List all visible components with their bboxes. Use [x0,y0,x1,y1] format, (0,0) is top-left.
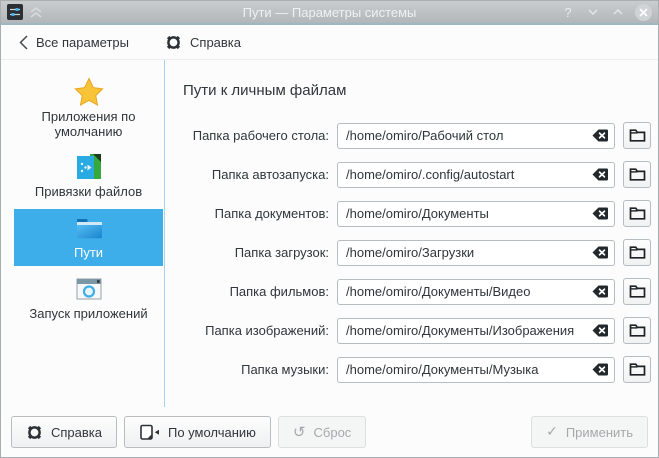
sidebar-item-app-launch[interactable]: Запуск приложений [14,270,163,327]
folder-browse-icon [629,206,646,221]
close-button[interactable] [635,4,652,21]
sidebar-item-label: Приложения по умолчанию [16,110,161,139]
backspace-clear-icon [585,205,610,222]
clear-input-button[interactable] [584,361,610,379]
documents-folder-input[interactable] [337,201,615,227]
autostart-folder-input[interactable] [337,162,615,188]
toolbar-help-label: Справка [190,35,241,50]
defaults-button-label: По умолчанию [168,425,256,440]
desktop-folder-input[interactable] [337,123,615,149]
downloads-folder-input[interactable] [337,240,615,266]
folder-browse-icon [629,128,646,143]
apply-button-label: Применить [566,425,633,440]
help-button[interactable]: Справка [11,416,117,448]
reset-button-label: Сброс [314,425,352,440]
star-icon [73,76,105,108]
lifebuoy-help-icon [165,34,182,51]
pictures-folder-field-wrap [337,318,615,344]
movies-folder-label: Папка фильмов: [181,284,329,299]
sliders-icon [9,6,21,18]
movies-folder-field-wrap [337,279,615,305]
paths-panel: Пути к личным файлам Папка рабочего стол… [165,60,659,407]
folder-browse-icon [629,362,646,377]
sidebar: Приложения по умолчанию Привязки файлов [1,60,165,407]
folder-browse-icon [629,284,646,299]
backspace-clear-icon [585,361,610,378]
toolbar: Все параметры Справка [1,25,658,59]
browse-folder-button[interactable] [623,356,651,383]
music-folder-label: Папка музыки: [181,362,329,377]
chevron-down-icon [588,9,598,15]
system-settings-window: Пути — Параметры системы ? Все параметры [0,0,659,458]
sidebar-item-label: Запуск приложений [29,307,147,322]
sidebar-item-default-applications[interactable]: Приложения по умолчанию [14,73,163,144]
chevron-up-icon [613,9,623,15]
window-help-button[interactable]: ? [560,4,576,20]
button-bar: Справка По умолчанию ↺ Сброс ✓ Применить [1,407,658,457]
folder-icon [73,212,105,244]
downloads-folder-label: Папка загрузок: [181,245,329,260]
documents-folder-label: Папка документов: [181,206,329,221]
minimize-button[interactable] [585,4,601,20]
music-folder-field-wrap [337,357,615,383]
documents-folder-field-wrap [337,201,615,227]
undo-icon: ↺ [293,425,306,440]
folder-browse-icon [629,323,646,338]
downloads-folder-field-wrap [337,240,615,266]
music-folder-input[interactable] [337,357,615,383]
checkmark-icon: ✓ [546,425,558,439]
all-settings-back-button[interactable]: Все параметры [19,35,129,50]
pictures-folder-label: Папка изображений: [181,323,329,338]
backspace-clear-icon [585,322,610,339]
help-button-label: Справка [51,425,102,440]
browse-folder-button[interactable] [623,122,651,149]
browse-folder-button[interactable] [623,161,651,188]
sidebar-item-label: Пути [74,246,103,261]
desktop-folder-field-wrap [337,123,615,149]
defaults-button[interactable]: По умолчанию [124,416,271,448]
reset-button[interactable]: ↺ Сброс [278,416,366,448]
folder-browse-icon [629,245,646,260]
folder-browse-icon [629,167,646,182]
app-window-icon [73,273,105,305]
backspace-clear-icon [585,244,610,261]
clear-input-button[interactable] [584,166,610,184]
keep-above-icon[interactable] [30,7,42,18]
clear-input-button[interactable] [584,127,610,145]
back-chevron-icon [19,35,28,50]
browse-folder-button[interactable] [623,239,651,266]
backspace-clear-icon [585,127,610,144]
close-icon [639,8,648,17]
backspace-clear-icon [585,166,610,183]
clear-input-button[interactable] [584,205,610,223]
browse-folder-button[interactable] [623,317,651,344]
maximize-button[interactable] [610,4,626,20]
clear-input-button[interactable] [584,322,610,340]
autostart-folder-field-wrap [337,162,615,188]
document-default-icon [139,424,160,441]
lifebuoy-help-icon [26,424,43,441]
main-area: Приложения по умолчанию Привязки файлов [1,59,658,407]
titlebar: Пути — Параметры системы ? [1,1,658,25]
back-button-label: Все параметры [36,35,129,50]
file-association-icon [73,151,105,183]
clear-input-button[interactable] [584,283,610,301]
apply-button[interactable]: ✓ Применить [531,416,648,448]
sidebar-item-label: Привязки файлов [35,185,142,200]
backspace-clear-icon [585,283,610,300]
browse-folder-button[interactable] [623,200,651,227]
page-title: Пути к личным файлам [183,82,651,99]
sidebar-item-paths[interactable]: Пути [14,209,163,266]
app-icon [7,4,23,20]
sidebar-item-file-associations[interactable]: Привязки файлов [14,148,163,205]
paths-form: Папка рабочего стола: [181,122,651,383]
desktop-folder-label: Папка рабочего стола: [181,128,329,143]
pictures-folder-input[interactable] [337,318,615,344]
browse-folder-button[interactable] [623,278,651,305]
movies-folder-input[interactable] [337,279,615,305]
autostart-folder-label: Папка автозапуска: [181,167,329,182]
toolbar-help-button[interactable]: Справка [165,34,241,51]
clear-input-button[interactable] [584,244,610,262]
